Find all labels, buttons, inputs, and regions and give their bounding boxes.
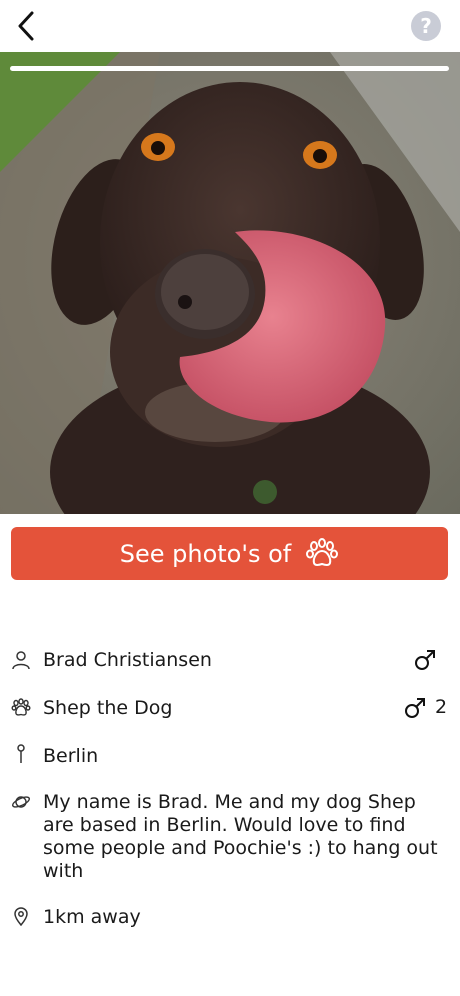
planet-icon — [12, 796, 30, 808]
paw-icon — [11, 698, 31, 716]
dog-name: Shep the Dog — [43, 697, 173, 719]
male-symbol-icon — [405, 698, 425, 718]
person-icon — [12, 651, 30, 670]
photo-progress-bar — [10, 66, 449, 71]
question-mark-icon[interactable]: ? — [411, 11, 441, 41]
city-name: Berlin — [43, 745, 99, 767]
dog-photo[interactable] — [0, 52, 460, 514]
top-bar: ? — [0, 0, 460, 52]
location-pin-icon — [14, 907, 28, 926]
distance-text: 1km away — [43, 906, 141, 928]
bio-row: My name is Brad. Me and my dog Shep are … — [0, 790, 460, 886]
owner-name: Brad Christiansen — [43, 649, 212, 671]
city-row: Berlin — [0, 744, 460, 770]
distance-row: 1km away — [0, 905, 460, 931]
pin-icon — [17, 744, 25, 763]
see-photos-button[interactable]: See photo's of — [11, 527, 448, 580]
see-photos-label: See photo's of — [119, 539, 292, 568]
dog-photo-illustration — [0, 52, 460, 514]
male-symbol-icon — [415, 650, 435, 670]
paw-icon — [306, 537, 339, 566]
dog-count: 2 — [435, 696, 448, 718]
chevron-left-icon[interactable] — [12, 10, 42, 42]
owner-row: Brad Christiansen — [0, 648, 460, 674]
bio-text: My name is Brad. Me and my dog Shep are … — [43, 791, 438, 882]
dog-row: Shep the Dog 2 — [0, 696, 460, 722]
